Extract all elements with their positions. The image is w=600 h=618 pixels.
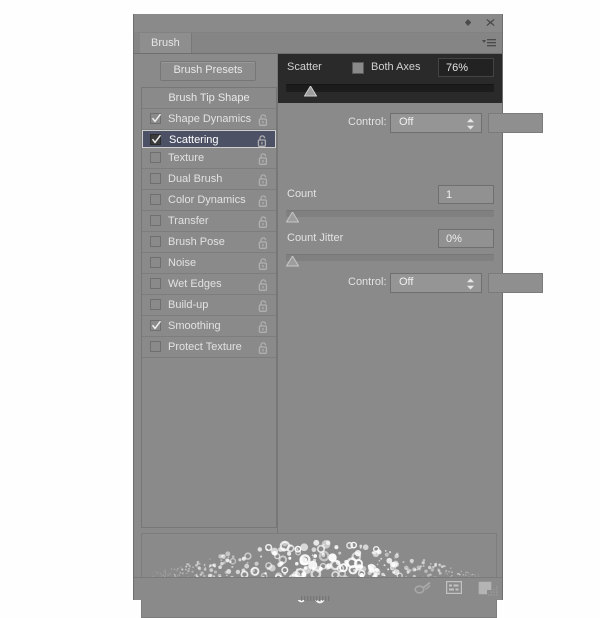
- drag-grip-icon[interactable]: [301, 592, 335, 597]
- list-item-label: Color Dynamics: [168, 190, 246, 210]
- checkbox-wet-edges[interactable]: [150, 278, 161, 289]
- tab-brush[interactable]: Brush: [140, 33, 192, 53]
- list-item-texture[interactable]: Texture: [142, 148, 276, 169]
- list-item-label: Scattering: [169, 131, 219, 149]
- unlock-icon[interactable]: [258, 113, 269, 125]
- count-slider-track[interactable]: [286, 210, 494, 217]
- count-jitter-value-field[interactable]: 0%: [438, 229, 494, 248]
- scatter-control-label: Control:: [348, 116, 387, 128]
- panel-menu-icon[interactable]: [481, 37, 497, 49]
- brush-stroke-preview: [141, 533, 497, 618]
- count-jitter-control-secondary-field: [488, 273, 543, 293]
- checkbox-build-up[interactable]: [150, 299, 161, 310]
- checkbox-protect-texture[interactable]: [150, 341, 161, 352]
- unlock-icon[interactable]: [258, 173, 269, 185]
- checkbox-color-dynamics[interactable]: [150, 194, 161, 205]
- list-item-label: Dual Brush: [168, 169, 222, 189]
- unlock-icon[interactable]: [257, 135, 268, 147]
- scattering-options-column: Scatter Both Axes 76% Control: Off: [277, 54, 502, 599]
- list-item-build-up[interactable]: Build-up: [142, 295, 276, 316]
- count-jitter-control-value: Off: [399, 276, 413, 288]
- list-item-label: Brush Pose: [168, 232, 225, 252]
- panel-body: Brush Presets Brush Tip Shape Shape Dyna…: [134, 54, 502, 599]
- checkbox-shape-dynamics[interactable]: [150, 113, 161, 124]
- brush-preset-grid-icon[interactable]: [446, 581, 462, 596]
- chevron-updown-icon: [466, 118, 475, 129]
- list-item-label: Protect Texture: [168, 337, 242, 357]
- unlock-icon[interactable]: [258, 194, 269, 206]
- bottom-bar-buttons: [414, 581, 494, 596]
- list-item-dual-brush[interactable]: Dual Brush: [142, 169, 276, 190]
- panel-title-bar: [134, 14, 502, 33]
- list-item-label: Shape Dynamics: [168, 109, 251, 129]
- collapse-double-arrow-icon[interactable]: [463, 17, 474, 28]
- list-item-transfer[interactable]: Transfer: [142, 211, 276, 232]
- list-item-label: Build-up: [168, 295, 208, 315]
- brush-presets-button[interactable]: Brush Presets: [160, 61, 256, 81]
- title-bar-icons: [463, 17, 496, 28]
- scatter-slider-track[interactable]: [286, 84, 494, 92]
- count-label: Count: [287, 188, 316, 200]
- brush-settings-list-column: Brush Presets Brush Tip Shape Shape Dyna…: [134, 54, 277, 599]
- unlock-icon[interactable]: [258, 257, 269, 269]
- brush-panel: Brush Brush Presets Brush Tip Shape Shap…: [133, 14, 503, 600]
- close-icon[interactable]: [485, 17, 496, 28]
- list-item-color-dynamics[interactable]: Color Dynamics: [142, 190, 276, 211]
- scatter-control-dropdown[interactable]: Off: [390, 113, 482, 133]
- list-item-label: Texture: [168, 148, 204, 168]
- chevron-updown-icon: [466, 278, 475, 289]
- panel-tab-row: Brush: [134, 33, 502, 54]
- scatter-slider-thumb[interactable]: [304, 86, 317, 97]
- checkbox-noise[interactable]: [150, 257, 161, 268]
- checkbox-scattering[interactable]: [150, 134, 161, 145]
- both-axes-checkbox[interactable]: [352, 62, 364, 74]
- scatter-control-row: Control: Off: [278, 113, 502, 133]
- checkbox-dual-brush[interactable]: [150, 173, 161, 184]
- brush-toggle-icon[interactable]: [414, 581, 430, 596]
- count-jitter-control-row: Control: Off: [278, 273, 502, 293]
- both-axes-label: Both Axes: [371, 61, 421, 73]
- list-item-scattering[interactable]: Scattering: [142, 130, 276, 148]
- panel-bottom-bar: [134, 577, 502, 600]
- list-item-smoothing[interactable]: Smoothing: [142, 316, 276, 337]
- count-value-field[interactable]: 1: [438, 185, 494, 204]
- list-item-noise[interactable]: Noise: [142, 253, 276, 274]
- count-jitter-slider-track[interactable]: [286, 254, 494, 261]
- scatter-value-field[interactable]: 76%: [438, 58, 494, 77]
- unlock-icon[interactable]: [258, 236, 269, 248]
- scatter-control-value: Off: [399, 116, 413, 128]
- list-item-shape-dynamics[interactable]: Shape Dynamics: [142, 109, 276, 130]
- checkbox-smoothing[interactable]: [150, 320, 161, 331]
- count-jitter-label: Count Jitter: [287, 232, 343, 244]
- count-jitter-slider-thumb[interactable]: [286, 256, 299, 267]
- list-item-brush-pose[interactable]: Brush Pose: [142, 232, 276, 253]
- list-item-protect-texture[interactable]: Protect Texture: [142, 337, 276, 358]
- unlock-icon[interactable]: [258, 278, 269, 290]
- list-item-brush-tip-shape[interactable]: Brush Tip Shape: [142, 88, 276, 109]
- resize-grip-icon[interactable]: [488, 586, 499, 597]
- list-item-label: Noise: [168, 253, 196, 273]
- list-item-label: Smoothing: [168, 316, 221, 336]
- list-item-wet-edges[interactable]: Wet Edges: [142, 274, 276, 295]
- count-jitter-control-label: Control:: [348, 276, 387, 288]
- brush-stroke-preview-canvas: [142, 534, 496, 617]
- checkbox-transfer[interactable]: [150, 215, 161, 226]
- scatter-section: Scatter Both Axes 76%: [278, 54, 502, 103]
- unlock-icon[interactable]: [258, 215, 269, 227]
- scatter-control-secondary-field: [488, 113, 543, 133]
- list-item-label: Transfer: [168, 211, 209, 231]
- scatter-label: Scatter: [287, 61, 322, 73]
- checkbox-texture[interactable]: [150, 152, 161, 163]
- unlock-icon[interactable]: [258, 152, 269, 164]
- unlock-icon[interactable]: [258, 299, 269, 311]
- count-slider-thumb[interactable]: [286, 212, 299, 223]
- unlock-icon[interactable]: [258, 320, 269, 332]
- unlock-icon[interactable]: [258, 341, 269, 353]
- list-item-label: Wet Edges: [168, 274, 222, 294]
- count-jitter-control-dropdown[interactable]: Off: [390, 273, 482, 293]
- checkbox-brush-pose[interactable]: [150, 236, 161, 247]
- brush-settings-list: Brush Tip Shape Shape Dynamics Scattering…: [141, 87, 277, 528]
